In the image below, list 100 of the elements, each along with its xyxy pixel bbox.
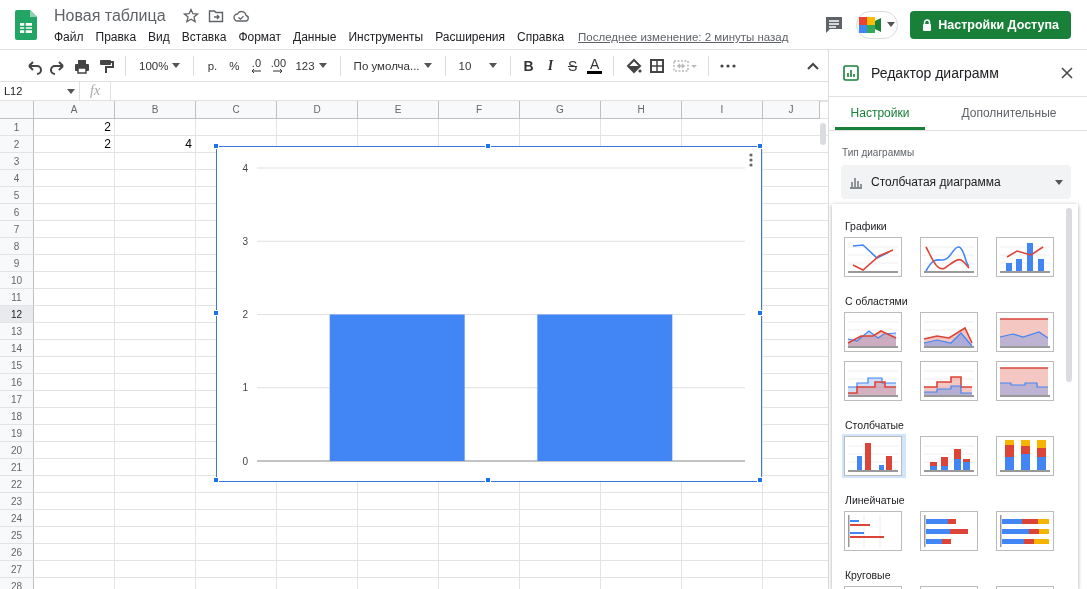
chart-type-dropdown[interactable]: Столбчатая диаграмма (841, 165, 1071, 199)
column-header[interactable]: A (34, 101, 115, 119)
borders-icon[interactable] (647, 56, 666, 75)
row-header[interactable]: 19 (0, 425, 34, 442)
caret-icon (67, 88, 75, 94)
row-header[interactable]: 3 (0, 153, 34, 170)
row-header[interactable]: 13 (0, 323, 34, 340)
bold-button[interactable]: B (517, 53, 540, 78)
tab[interactable]: Настройки (835, 98, 925, 130)
row-header[interactable]: 18 (0, 408, 34, 425)
full-stepped-area-chart-icon (996, 361, 1054, 401)
dropdown-button[interactable]: 100% (133, 53, 187, 78)
row-header[interactable]: 1 (0, 119, 34, 136)
dropdown-button[interactable]: По умолча... (347, 53, 438, 78)
column-header[interactable]: F (439, 101, 520, 119)
row-header[interactable]: 20 (0, 442, 34, 459)
decrease-decimal-button[interactable]: .0 (245, 53, 268, 78)
folder-icon[interactable] (207, 8, 224, 24)
row-header[interactable]: 17 (0, 391, 34, 408)
bar-chart-icon (849, 175, 863, 189)
strikethrough-button[interactable]: S (561, 53, 584, 78)
row-header[interactable]: 27 (0, 561, 34, 578)
increase-decimal-button[interactable]: .00 (267, 53, 290, 78)
menu-item[interactable]: Формат (232, 30, 288, 44)
video-camera-icon (859, 16, 882, 33)
row-header[interactable]: 21 (0, 459, 34, 476)
row-header[interactable]: 26 (0, 544, 34, 561)
row-header[interactable]: 23 (0, 493, 34, 510)
row-header[interactable]: 6 (0, 204, 34, 221)
tab[interactable]: Дополнительные (937, 98, 1081, 130)
bar-chart-icon (844, 511, 902, 551)
menu-item[interactable]: Правка (89, 30, 143, 44)
column-header[interactable]: B (115, 101, 196, 119)
row-header[interactable]: 24 (0, 510, 34, 527)
column-header[interactable]: D (277, 101, 358, 119)
field-label: Тип диаграммы (842, 147, 916, 158)
dropdown-button[interactable]: 123 (289, 53, 333, 78)
row-header[interactable]: 14 (0, 340, 34, 357)
chart-type-option[interactable] (842, 434, 906, 478)
column-header[interactable]: C (196, 101, 277, 119)
lock-icon (922, 18, 933, 31)
text-color-button[interactable]: A (583, 53, 606, 78)
close-icon[interactable] (1061, 67, 1073, 79)
row-header[interactable]: 5 (0, 187, 34, 204)
row-header[interactable]: 28 (0, 578, 34, 589)
spreadsheet-logo-icon[interactable] (15, 9, 37, 40)
resize-handle[interactable] (485, 477, 491, 483)
comment-icon[interactable] (824, 14, 845, 35)
row-header[interactable]: 15 (0, 357, 34, 374)
section-title: Линейчатые (845, 493, 906, 508)
menu-item[interactable]: Инструменты (342, 30, 430, 44)
menu-item[interactable]: Расширения (429, 30, 511, 44)
menu-item[interactable]: Файл (54, 30, 90, 44)
italic-button[interactable]: I (539, 53, 562, 78)
row-header[interactable]: 22 (0, 476, 34, 493)
column-header[interactable]: H (601, 101, 682, 119)
resize-handle[interactable] (757, 143, 763, 149)
cloud-check-icon[interactable] (232, 8, 249, 24)
resize-handle[interactable] (213, 143, 219, 149)
column-header[interactable]: J (763, 101, 820, 119)
row-header[interactable]: 7 (0, 221, 34, 238)
row-header[interactable]: 2 (0, 136, 34, 153)
stacked-bar-chart-icon (920, 511, 978, 551)
share-button[interactable]: Настройки Доступа (910, 10, 1071, 39)
arrow-icon (273, 69, 284, 73)
full-area-chart-icon (996, 312, 1054, 352)
row-header[interactable]: 10 (0, 272, 34, 289)
more-vert-icon[interactable] (749, 153, 753, 167)
menu-item[interactable]: Вставка (175, 30, 233, 44)
column-header[interactable]: I (682, 101, 763, 119)
document-title[interactable]: Новая таблица (54, 7, 166, 25)
row-header[interactable]: 4 (0, 170, 34, 187)
menu-item[interactable]: Вид (142, 30, 176, 44)
axis-tick-label: 2 (242, 309, 248, 320)
star-icon[interactable] (182, 8, 199, 24)
resize-handle[interactable] (485, 143, 491, 149)
resize-handle[interactable] (757, 310, 763, 316)
menu-item[interactable]: Данные (287, 30, 343, 44)
column-header[interactable]: E (358, 101, 439, 119)
scrollbar-thumb[interactable] (820, 123, 826, 145)
line-chart-icon (844, 237, 902, 277)
menu-item[interactable]: Справка (511, 30, 571, 44)
resize-handle[interactable] (213, 477, 219, 483)
name-box[interactable]: L12 (0, 82, 80, 100)
cell-reference: L12 (4, 85, 23, 97)
row-header[interactable]: 16 (0, 374, 34, 391)
resize-handle[interactable] (757, 477, 763, 483)
format-button[interactable]: р. (201, 53, 224, 78)
last-edit-link[interactable]: Последнее изменение: 2 минуты назад (578, 31, 789, 43)
resize-handle[interactable] (213, 310, 219, 316)
row-header[interactable]: 12 (0, 306, 34, 323)
row-header[interactable]: 25 (0, 527, 34, 544)
format-button[interactable]: % (223, 53, 246, 78)
row-header[interactable]: 11 (0, 289, 34, 306)
column-header[interactable]: G (520, 101, 601, 119)
dropdown-button[interactable]: 10 (452, 53, 503, 78)
row-header[interactable]: 8 (0, 238, 34, 255)
caret-icon (318, 63, 327, 68)
stepped-area-chart-icon (844, 361, 902, 401)
row-header[interactable]: 9 (0, 255, 34, 272)
